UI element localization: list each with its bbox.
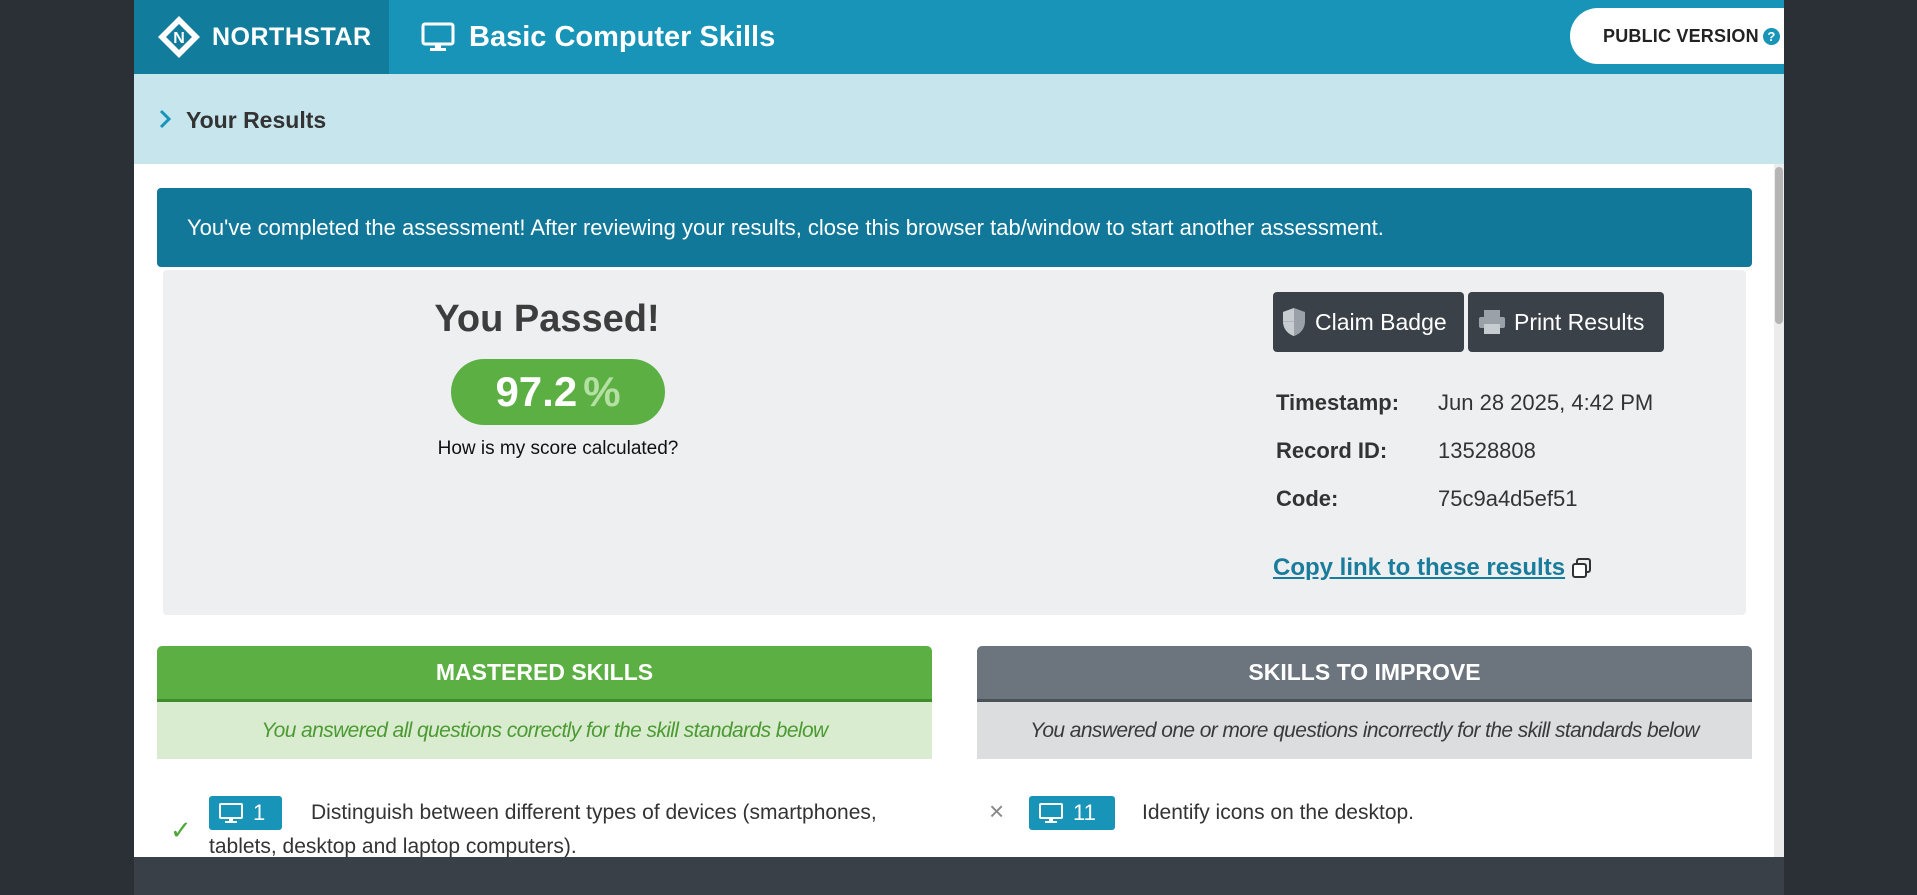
shield-icon: [1283, 308, 1305, 336]
brand-name: NORTHSTAR: [212, 22, 372, 51]
code-value: 75c9a4d5ef51: [1438, 486, 1578, 511]
improve-skill-badge: 11: [1029, 796, 1115, 830]
claim-badge-label: Claim Badge: [1315, 308, 1447, 335]
skills-to-improve-subtitle: You answered one or more questions incor…: [977, 702, 1752, 759]
top-bar: N NORTHSTAR Basic Computer Skills PUBLIC…: [134, 0, 1784, 74]
chevron-right-icon: [159, 109, 172, 129]
check-icon: ✓: [170, 815, 192, 845]
mastered-skill-text: Distinguish between different types of d…: [209, 801, 877, 858]
improve-skill-number: 11: [1073, 800, 1096, 825]
public-version-button[interactable]: PUBLIC VERSION ?: [1570, 8, 1784, 64]
printer-icon: [1479, 310, 1505, 334]
skills-to-improve-heading: SKILLS TO IMPROVE: [977, 646, 1752, 702]
scrollbar-thumb[interactable]: [1775, 167, 1783, 324]
results-bar[interactable]: Your Results: [134, 74, 1784, 164]
completion-banner: You've completed the assessment! After r…: [157, 188, 1752, 267]
claim-badge-button[interactable]: Claim Badge: [1273, 292, 1464, 352]
app: N NORTHSTAR Basic Computer Skills PUBLIC…: [134, 0, 1784, 895]
footer-bar: [134, 857, 1784, 895]
record-id-value: 13528808: [1438, 438, 1536, 463]
monitor-icon: [421, 22, 455, 51]
improve-skill-text: Identify icons on the desktop.: [1142, 801, 1415, 824]
course-title: Basic Computer Skills: [469, 20, 776, 53]
help-icon[interactable]: ?: [1762, 27, 1780, 45]
mastered-skills-subtitle: You answered all questions correctly for…: [157, 702, 932, 759]
score-badge: 97.2%: [451, 359, 665, 425]
public-version-label: PUBLIC VERSION: [1603, 25, 1759, 46]
score-percent-sign: %: [583, 368, 621, 415]
timestamp-value: Jun 28 2025, 4:42 PM: [1438, 390, 1654, 415]
monitor-icon: [1039, 803, 1063, 823]
record-id-label: Record ID:: [1276, 438, 1388, 463]
mastered-skills-heading: MASTERED SKILLS: [157, 646, 932, 702]
print-results-label: Print Results: [1514, 308, 1645, 335]
result-heading: You Passed!: [434, 298, 660, 340]
close-icon: ×: [989, 796, 1005, 826]
code-label: Code:: [1276, 486, 1339, 511]
brand[interactable]: N NORTHSTAR: [134, 0, 389, 74]
northstar-logo-icon: N: [158, 16, 200, 58]
print-results-button[interactable]: Print Results: [1468, 292, 1664, 352]
timestamp-label: Timestamp:: [1276, 390, 1400, 415]
svg-text:N: N: [173, 30, 185, 47]
copy-icon: [1572, 558, 1592, 578]
course-header: Basic Computer Skills: [421, 0, 775, 74]
copy-link-label: Copy link to these results: [1273, 554, 1566, 581]
results-label: Your Results: [186, 107, 327, 133]
copy-link[interactable]: Copy link to these results: [1273, 554, 1593, 582]
score-calculation-link[interactable]: How is my score calculated?: [399, 438, 717, 460]
score-value: 97.2: [495, 368, 578, 415]
